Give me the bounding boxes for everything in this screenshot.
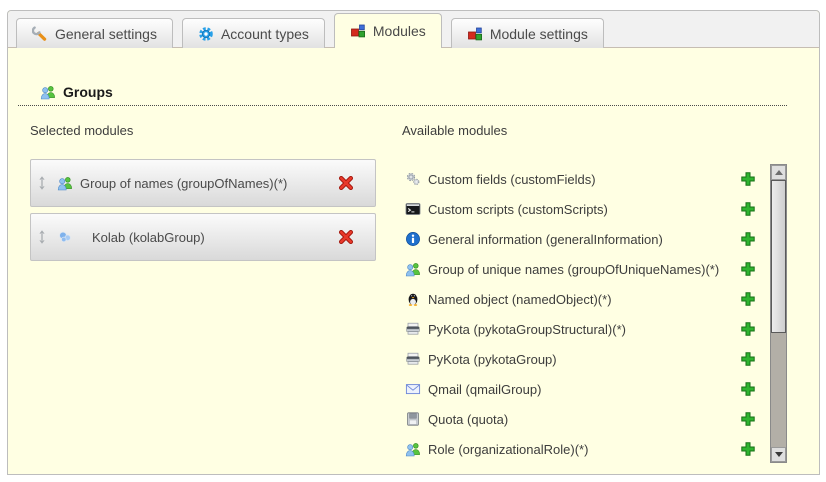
kolab-icon — [57, 229, 73, 245]
people-icon — [57, 175, 73, 191]
settings-window: General settings Account types — [7, 10, 820, 475]
green-plus-icon[interactable] — [740, 291, 756, 307]
disk-icon — [405, 411, 421, 427]
selected-module-label: Kolab (kolabGroup) — [92, 230, 338, 245]
green-plus-icon[interactable] — [740, 411, 756, 427]
available-module-label: Quota (quota) — [428, 412, 728, 427]
available-module-row: Group of unique names (groupOfUniqueName… — [402, 254, 762, 284]
cubes-icon — [467, 26, 483, 42]
tab-module-settings[interactable]: Module settings — [451, 18, 604, 48]
available-module-label: PyKota (pykotaGroup) — [428, 352, 728, 367]
green-plus-icon[interactable] — [740, 261, 756, 277]
gear-icon — [198, 26, 214, 42]
available-module-row: Named object (namedObject)(*) — [402, 284, 762, 314]
green-plus-icon[interactable] — [740, 321, 756, 337]
envelope-icon — [405, 381, 421, 397]
available-module-label: PyKota (pykotaGroupStructural)(*) — [428, 322, 728, 337]
modules-panel: Groups Selected modules — [8, 48, 819, 473]
scrollbar-thumb[interactable] — [771, 180, 786, 333]
available-module-label: Custom scripts (customScripts) — [428, 202, 728, 217]
tab-bar: General settings Account types — [8, 11, 819, 48]
green-plus-icon[interactable] — [740, 351, 756, 367]
tab-general-settings[interactable]: General settings — [16, 18, 173, 48]
green-plus-icon[interactable] — [740, 231, 756, 247]
selected-modules-column: Selected modules — [30, 123, 378, 261]
tab-modules[interactable]: Modules — [334, 13, 442, 48]
available-modules-column: Available modules Custom — [402, 123, 787, 464]
gears-icon — [405, 171, 421, 187]
tux-icon — [405, 291, 421, 307]
red-x-icon[interactable] — [338, 229, 354, 245]
available-module-row: PyKota (pykotaGroup) — [402, 344, 762, 374]
people-icon — [40, 84, 56, 100]
green-plus-icon[interactable] — [740, 441, 756, 457]
scroll-up-button[interactable] — [771, 165, 786, 180]
available-module-row: Custom scripts (customScripts) — [402, 194, 762, 224]
info-icon — [405, 231, 421, 247]
available-module-row: Role (organizationalRole)(*) — [402, 434, 762, 464]
tab-label: Modules — [373, 23, 426, 39]
available-module-label: General information (generalInformation) — [428, 232, 728, 247]
available-module-label: Role (organizationalRole)(*) — [428, 442, 728, 457]
down-arrow-icon — [775, 452, 783, 457]
selected-modules-list: Group of names (groupOfNames)(*) — [30, 159, 378, 261]
available-module-label: Group of unique names (groupOfUniqueName… — [428, 262, 728, 277]
vertical-scrollbar[interactable] — [770, 164, 787, 463]
people-icon — [405, 261, 421, 277]
available-module-label: Named object (namedObject)(*) — [428, 292, 728, 307]
available-modules-list: Custom fields (customFields) — [402, 164, 762, 464]
green-plus-icon[interactable] — [740, 381, 756, 397]
available-module-label: Qmail (qmailGroup) — [428, 382, 728, 397]
up-arrow-icon — [775, 170, 783, 175]
section-title: Groups — [63, 84, 113, 100]
green-plus-icon[interactable] — [740, 171, 756, 187]
scroll-down-button[interactable] — [771, 447, 786, 462]
available-module-row: Custom fields (customFields) — [402, 164, 762, 194]
available-module-label: Custom fields (customFields) — [428, 172, 728, 187]
selected-module-row[interactable]: Kolab (kolabGroup) — [30, 213, 376, 261]
tab-label: General settings — [55, 26, 157, 42]
printer-icon — [405, 351, 421, 367]
available-module-row: PyKota (pykotaGroupStructural)(*) — [402, 314, 762, 344]
wrench-icon — [32, 26, 48, 42]
tab-account-types[interactable]: Account types — [182, 18, 325, 48]
people-icon — [405, 441, 421, 457]
selected-module-label: Group of names (groupOfNames)(*) — [80, 176, 338, 191]
tab-label: Account types — [221, 26, 309, 42]
available-module-row: Quota (quota) — [402, 404, 762, 434]
available-module-row: General information (generalInformation) — [402, 224, 762, 254]
tab-label: Module settings — [490, 26, 588, 42]
updown-arrow-icon[interactable] — [37, 229, 49, 245]
updown-arrow-icon[interactable] — [37, 175, 49, 191]
printer-icon — [405, 321, 421, 337]
available-module-row: Qmail (qmailGroup) — [402, 374, 762, 404]
groups-section-heading: Groups — [18, 84, 787, 106]
available-modules-heading: Available modules — [402, 123, 787, 138]
red-x-icon[interactable] — [338, 175, 354, 191]
terminal-icon — [405, 201, 421, 217]
selected-modules-heading: Selected modules — [30, 123, 378, 138]
cubes-icon — [350, 23, 366, 39]
green-plus-icon[interactable] — [740, 201, 756, 217]
selected-module-row[interactable]: Group of names (groupOfNames)(*) — [30, 159, 376, 207]
lam-configuration-page: General settings Account types — [0, 0, 826, 482]
